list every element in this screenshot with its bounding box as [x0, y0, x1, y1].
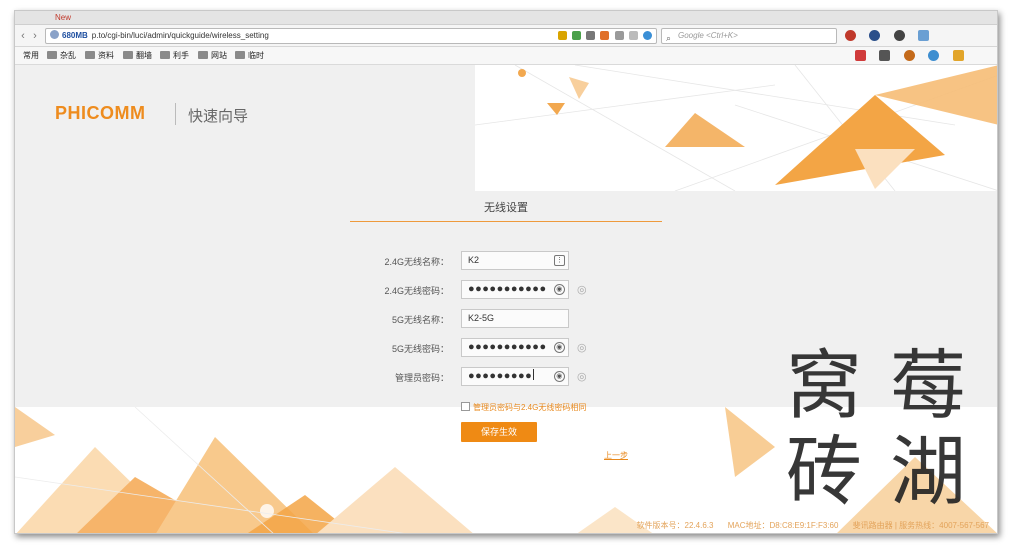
- puzzle-icon[interactable]: [952, 50, 964, 61]
- eye-icon[interactable]: ◎: [577, 370, 587, 383]
- search-icon: ⌕: [666, 33, 672, 43]
- firmware-version: 软件版本号：22.4.6.3: [636, 521, 714, 530]
- password-5g-input[interactable]: ●●●●●●●●●●● ◉: [461, 338, 569, 357]
- cookie-icon[interactable]: [903, 50, 915, 61]
- password-5g-label: 5G无线密码：: [391, 344, 449, 354]
- same-password-checkbox[interactable]: [461, 402, 470, 411]
- admin-password-row: 管理员密码： ●●●●●●●●● ◉ ◎: [305, 367, 725, 387]
- bookmark-folder[interactable]: 资料: [85, 50, 114, 61]
- save-button[interactable]: 保存生效: [461, 422, 537, 442]
- folder-icon: [198, 51, 208, 59]
- bookmarks-bar: 常用 杂乱 资料 翻墙 利手 网站 临时: [15, 47, 997, 79]
- ssid-5g-label: 5G无线名称：: [391, 315, 449, 325]
- logo-divider: [175, 103, 176, 125]
- folder-icon: [47, 51, 57, 59]
- page-title: 快速向导: [188, 108, 249, 125]
- previous-step-link[interactable]: 上一步: [604, 450, 628, 461]
- tab-new[interactable]: New: [55, 13, 71, 22]
- ssid-24g-row: 2.4G无线名称： K2 ⋮: [305, 251, 725, 271]
- bookmark-folder[interactable]: 临时: [235, 50, 264, 61]
- section-title: 无线设置: [484, 202, 528, 214]
- key-icon[interactable]: ◉: [554, 284, 565, 295]
- folder-icon: [123, 51, 133, 59]
- no-script-icon[interactable]: [614, 31, 624, 40]
- memory-indicator: 680MB: [62, 31, 88, 40]
- forward-icon[interactable]: ›: [29, 29, 41, 43]
- text-caret: [533, 369, 535, 380]
- tab-strip: New: [15, 11, 997, 25]
- ssid-5g-input[interactable]: K2-5G: [461, 309, 569, 328]
- password-24g-input[interactable]: ●●●●●●●●●●● ◉: [461, 280, 569, 299]
- key-icon[interactable]: ◉: [554, 371, 565, 382]
- same-password-label: 管理员密码与2.4G无线密码相同: [473, 403, 587, 412]
- ssid-24g-label: 2.4G无线名称：: [384, 257, 449, 267]
- tools-icon[interactable]: [928, 50, 940, 61]
- folder-icon: [235, 51, 245, 59]
- extension-icon[interactable]: [869, 30, 881, 41]
- password-24g-label: 2.4G无线密码：: [384, 286, 449, 296]
- calligraphy-watermark: 窝莓 砖湖: [786, 341, 994, 516]
- history-icon[interactable]: [893, 30, 905, 41]
- back-icon[interactable]: ‹: [17, 29, 29, 43]
- toolbar-extensions: [845, 30, 938, 42]
- navigation-toolbar: ‹ › 680MB p.to/cgi-bin/luci/admin/quickgu…: [15, 25, 997, 47]
- address-bar[interactable]: 680MB p.to/cgi-bin/luci/admin/quickguide/…: [45, 28, 657, 44]
- browser-window: New ‹ › 680MB p.to/cgi-bin/luci/admin/qui…: [14, 10, 998, 534]
- bookmark-folder[interactable]: 利手: [160, 50, 189, 61]
- firefox-icon[interactable]: [600, 31, 610, 40]
- lock-icon[interactable]: [855, 50, 866, 61]
- qr-code-icon[interactable]: [586, 31, 596, 40]
- url-text: p.to/cgi-bin/luci/admin/quickguide/wirel…: [91, 31, 269, 40]
- folder-icon: [85, 51, 95, 59]
- bookmark-folder[interactable]: 网站: [198, 50, 227, 61]
- folder-icon: [160, 51, 170, 59]
- reload-icon[interactable]: [628, 31, 638, 40]
- crop-icon[interactable]: [879, 50, 891, 61]
- key-icon[interactable]: ◉: [554, 342, 565, 353]
- adblock-icon[interactable]: [845, 30, 856, 41]
- same-password-option[interactable]: 管理员密码与2.4G无线密码相同: [461, 397, 587, 412]
- shield-icon[interactable]: [571, 31, 581, 40]
- ssid-24g-input[interactable]: K2 ⋮: [461, 251, 569, 270]
- globe-icon: [50, 30, 59, 39]
- password-5g-row: 5G无线密码： ●●●●●●●●●●● ◉ ◎: [305, 338, 725, 358]
- top-decoration: [475, 65, 997, 191]
- eye-icon[interactable]: ◎: [577, 341, 587, 354]
- keyboard-icon[interactable]: ⋮: [554, 255, 565, 266]
- bookmark-item[interactable]: 常用: [23, 50, 39, 61]
- lightning-icon[interactable]: [557, 31, 567, 40]
- password-24g-row: 2.4G无线密码： ●●●●●●●●●●● ◉ ◎: [305, 280, 725, 300]
- bookmark-folder[interactable]: 翻墙: [123, 50, 152, 61]
- screenshot-icon[interactable]: [918, 30, 930, 41]
- admin-password-input[interactable]: ●●●●●●●●● ◉: [461, 367, 569, 386]
- bookmark-extensions: [855, 50, 997, 79]
- eye-icon[interactable]: ◎: [577, 283, 587, 296]
- ssid-5g-row: 5G无线名称： K2-5G: [305, 309, 725, 329]
- address-icons: [555, 31, 652, 41]
- admin-password-label: 管理员密码：: [394, 373, 449, 383]
- section-divider: [350, 221, 662, 222]
- bookmark-folder[interactable]: 杂乱: [47, 50, 76, 61]
- search-bar[interactable]: ⌕ Google <Ctrl+K>: [661, 28, 837, 44]
- router-page: PHICOMM 快速向导 无线设置 2.4G无线名称： K2 ⋮ 2.4G无线密…: [15, 65, 997, 533]
- phicomm-logo: PHICOMM: [55, 103, 146, 123]
- search-placeholder: Google <Ctrl+K>: [678, 31, 738, 40]
- sync-icon[interactable]: [643, 31, 652, 40]
